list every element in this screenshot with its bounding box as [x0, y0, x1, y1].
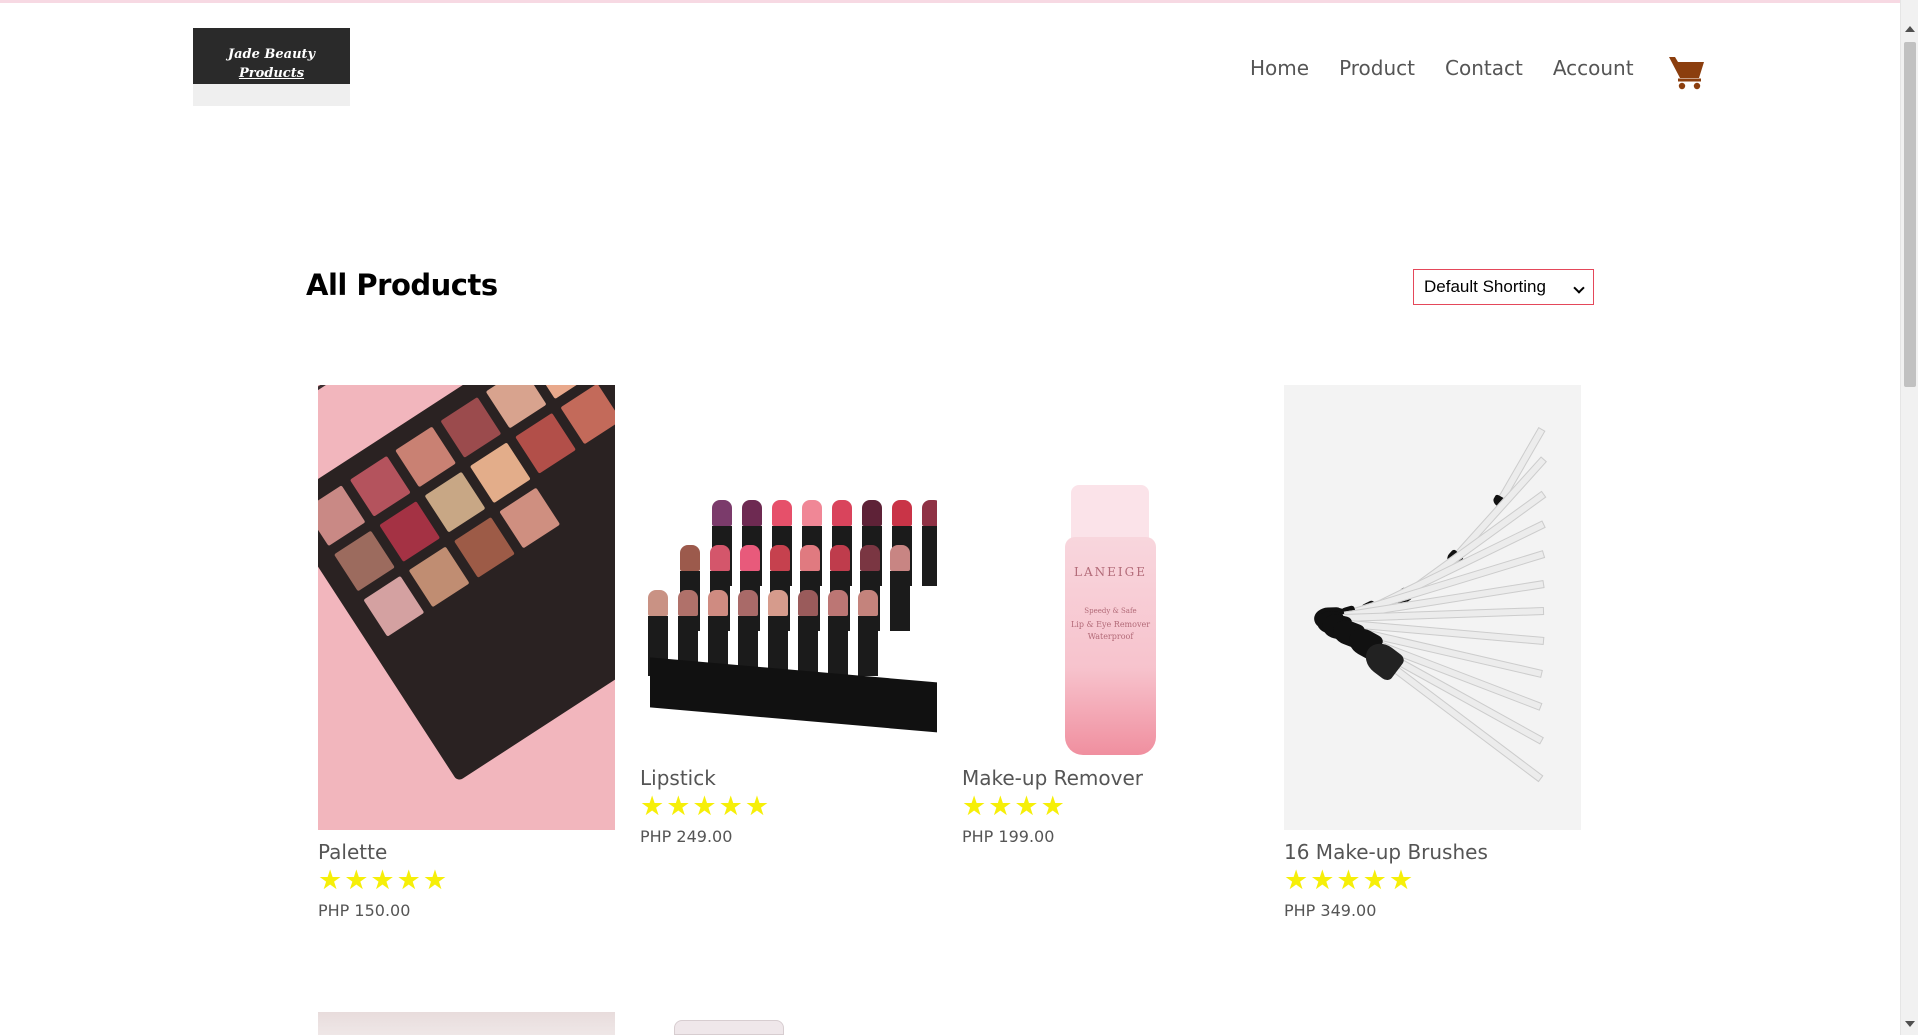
product-image-makeup-brushes[interactable]	[1284, 385, 1581, 830]
product-name[interactable]: Make-up Remover	[962, 766, 1143, 790]
star-rating: ★★★★★	[318, 865, 450, 896]
palette-pan	[515, 412, 577, 474]
bottle-brand: LANEIGE	[1074, 565, 1147, 579]
main-nav: Home Product Contact Account	[1250, 56, 1664, 80]
next-product-lid	[674, 1020, 784, 1035]
palette-pan	[408, 546, 470, 608]
product-image-makeup-remover[interactable]: LANEIGE Speedy & Safe Lip & Eye Remover …	[962, 385, 1259, 755]
bottle-label-line3: Waterproof	[1087, 632, 1134, 641]
star-rating: ★★★★★	[640, 791, 772, 822]
page-scrollbar[interactable]	[1900, 0, 1918, 1035]
palette-pan	[424, 471, 486, 533]
logo-text: Jade Beauty Products	[193, 45, 350, 83]
product-price: PHP 249.00	[640, 827, 733, 846]
product-image-next-row-2[interactable]	[640, 1012, 937, 1035]
product-price: PHP 349.00	[1284, 901, 1377, 920]
nav-product[interactable]: Product	[1339, 56, 1415, 80]
palette-pan	[379, 501, 441, 562]
palette-pan	[440, 397, 502, 458]
sort-selected-value: Default Shorting	[1424, 277, 1546, 296]
nav-account[interactable]: Account	[1553, 56, 1634, 80]
product-price: PHP 199.00	[962, 827, 1055, 846]
bottle-label-line2: Lip & Eye Remover	[1070, 620, 1151, 629]
star-rating: ★★★★★	[1284, 865, 1416, 896]
bottle-body: LANEIGE Speedy & Safe Lip & Eye Remover …	[1065, 537, 1156, 755]
nav-contact[interactable]: Contact	[1445, 56, 1523, 80]
palette-pan	[333, 530, 395, 592]
scroll-up-arrow-icon[interactable]	[1905, 26, 1915, 32]
nav-home[interactable]: Home	[1250, 56, 1309, 80]
product-price: PHP 150.00	[318, 901, 411, 920]
shopping-cart-icon[interactable]	[1668, 54, 1706, 90]
top-border-line	[0, 0, 1900, 3]
sort-dropdown[interactable]: Default Shorting	[1413, 269, 1594, 305]
palette-pan	[363, 575, 425, 637]
palette-pan	[349, 455, 411, 517]
scrollbar-thumb[interactable]	[1904, 42, 1916, 387]
chevron-down-icon	[1573, 282, 1585, 294]
scroll-down-arrow-icon[interactable]	[1905, 1021, 1915, 1027]
logo-line-2: Products	[238, 66, 305, 81]
site-logo[interactable]: Jade Beauty Products	[193, 28, 350, 106]
palette-pan	[395, 426, 457, 488]
product-name[interactable]: Palette	[318, 840, 387, 864]
bottle-cap	[1071, 485, 1149, 541]
palette-pan	[560, 385, 615, 445]
product-name[interactable]: Lipstick	[640, 766, 716, 790]
logo-line-1: Jade Beauty	[227, 47, 316, 62]
product-name[interactable]: 16 Make-up Brushes	[1284, 840, 1488, 864]
bottle-label-line1: Speedy & Safe	[1084, 607, 1137, 615]
page-title: All Products	[306, 268, 498, 302]
palette-pan	[469, 442, 531, 504]
product-image-lipstick[interactable]	[640, 385, 937, 755]
palette-pan	[318, 485, 366, 547]
product-image-palette[interactable]: requiric	[318, 385, 615, 830]
palette-pan	[453, 516, 515, 578]
palette-pan	[499, 487, 561, 549]
logo-band	[193, 84, 350, 106]
product-image-next-row-1[interactable]	[318, 1012, 615, 1035]
star-rating: ★★★★	[962, 791, 1067, 822]
